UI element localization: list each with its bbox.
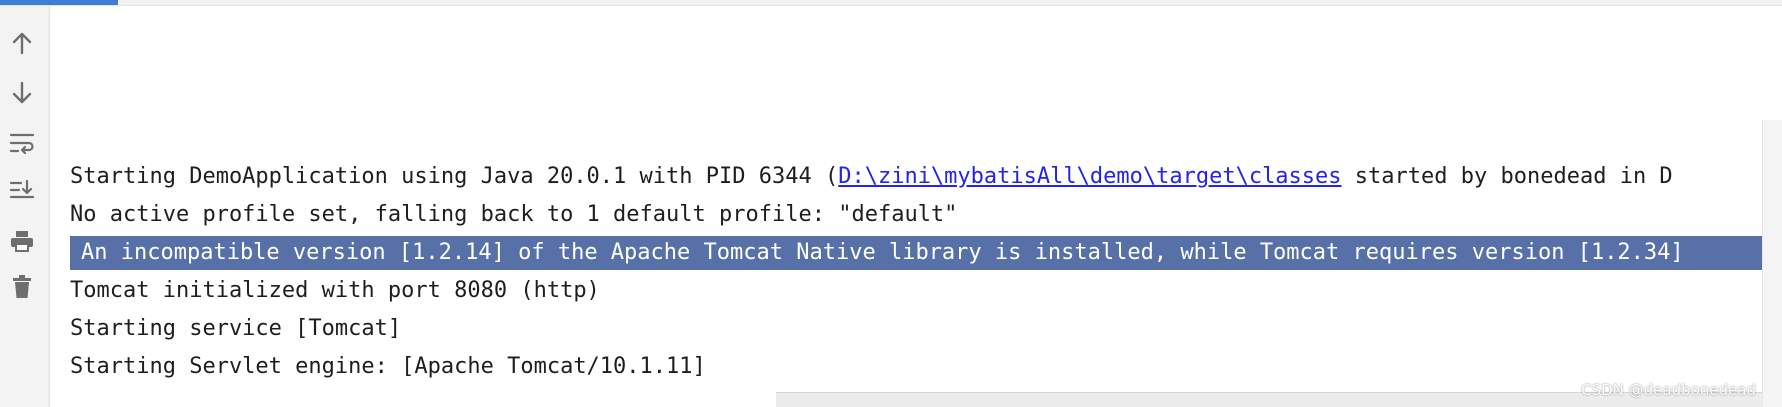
console-output[interactable]: Starting DemoApplication using Java 20.0…	[50, 6, 1762, 407]
log-line: No active profile set, falling back to 1…	[70, 202, 958, 227]
classpath-link[interactable]: D:\zini\mybatisAll\demo\target\classes	[838, 164, 1341, 189]
log-text: Starting DemoApplication using Java 20.0…	[70, 164, 839, 189]
down-button[interactable]	[7, 78, 37, 108]
arrow-up-icon	[11, 31, 33, 55]
arrow-down-icon	[11, 81, 33, 105]
scroll-to-end-button[interactable]	[7, 176, 37, 206]
console-toolbar	[0, 6, 50, 407]
vertical-scrollbar[interactable]	[1762, 120, 1782, 407]
selected-log-line: An incompatible version [1.2.14] of the …	[70, 236, 1762, 270]
print-button[interactable]	[7, 226, 37, 256]
watermark: CSDN @deadbonedead	[1581, 381, 1756, 399]
print-icon	[9, 229, 35, 253]
soft-wrap-button[interactable]	[7, 128, 37, 158]
log-line: Starting Servlet engine: [Apache Tomcat/…	[70, 354, 706, 379]
up-button[interactable]	[7, 28, 37, 58]
log-line: Tomcat initialized with port 8080 (http)	[70, 278, 600, 303]
scroll-to-end-icon	[9, 179, 35, 203]
trash-icon	[11, 274, 33, 300]
log-text: started by bonedead in D	[1341, 164, 1673, 189]
log-line: Starting DemoApplication using Java 20.0…	[70, 160, 1673, 194]
log-line: Starting service [Tomcat]	[70, 316, 402, 341]
active-tab-indicator	[0, 0, 118, 5]
clear-all-button[interactable]	[7, 272, 37, 302]
soft-wrap-icon	[9, 131, 35, 155]
